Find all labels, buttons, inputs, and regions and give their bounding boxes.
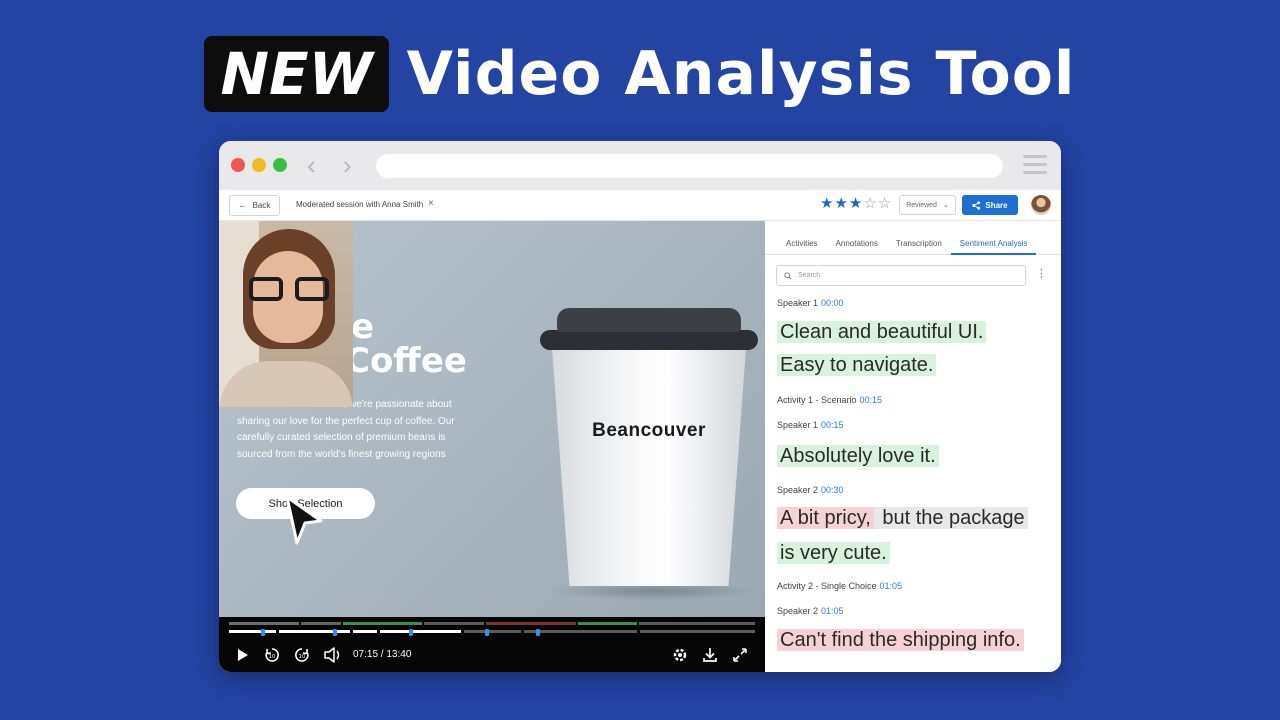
address-bar[interactable] — [376, 154, 1003, 178]
timestamp-link[interactable]: 00:15 — [821, 420, 844, 430]
glasses — [249, 277, 329, 301]
sentiment-quote: Can't find the shipping info. — [777, 628, 1024, 653]
tab-sentiment-analysis[interactable]: Sentiment Analysis — [950, 235, 1037, 255]
sentiment-quote: is very cute. — [777, 541, 890, 566]
back-button[interactable]: ← Back — [229, 195, 280, 216]
sentiment-quote: Absolutely love it. — [777, 444, 939, 469]
svg-text:10: 10 — [269, 654, 276, 660]
rating-stars[interactable]: ★ ★ ★ ☆ ☆ — [820, 196, 891, 212]
chevron-left-icon[interactable]: ‹ — [307, 150, 316, 180]
timeline-marker[interactable] — [409, 629, 413, 636]
time-display: 07:15 / 13:40 — [353, 649, 412, 660]
search-input[interactable]: Search — [776, 265, 1026, 286]
menu-icon[interactable] — [1023, 155, 1047, 179]
browser-chrome: ‹ › — [219, 141, 1061, 190]
timeline[interactable] — [229, 622, 756, 636]
activity-label: Activity 1 - Scenario — [777, 395, 857, 405]
chevron-right-icon[interactable]: › — [343, 150, 352, 180]
close-window-dot[interactable] — [231, 158, 245, 172]
speaker-label: Speaker 2 — [777, 606, 819, 616]
new-badge: NEW — [204, 36, 389, 112]
share-button[interactable]: Share — [962, 195, 1018, 215]
share-icon — [972, 200, 981, 210]
negative-phrase: Can't find the shipping info. — [777, 629, 1024, 651]
status-select[interactable]: Reviewed ⌄ — [899, 195, 956, 215]
star-filled-icon[interactable]: ★ — [834, 196, 847, 212]
sentiment-quote: Clean and beautiful UI. — [777, 320, 987, 345]
tab-activities[interactable]: Activities — [777, 235, 827, 255]
speaker-label: Speaker 1 — [777, 298, 819, 308]
avatar[interactable] — [1031, 195, 1051, 215]
timestamp-link[interactable]: 00:15 — [860, 395, 883, 405]
share-label: Share — [985, 200, 1008, 210]
positive-phrase: is very cute. — [777, 542, 890, 564]
more-options-icon[interactable]: ⋮ — [1036, 267, 1047, 280]
timestamp-link[interactable]: 00:30 — [821, 485, 844, 495]
chevron-down-icon: ⌄ — [942, 202, 949, 209]
cup-brand: Beancouver — [592, 420, 706, 441]
hero-heading-line2: Coffee — [345, 341, 467, 381]
search-icon — [784, 271, 792, 280]
volume-icon[interactable] — [324, 647, 342, 663]
tab-annotations[interactable]: Annotations — [827, 235, 887, 255]
entry-label: Speaker 2 00:30 — [777, 485, 844, 495]
fullscreen-icon[interactable] — [733, 648, 747, 662]
timeline-marker[interactable] — [485, 629, 489, 636]
arrow-left-icon: ← — [238, 201, 247, 210]
entry-label: Activity 2 - Single Choice 01:05 — [777, 581, 902, 591]
speaker-label: Speaker 2 — [777, 485, 819, 495]
video-player[interactable]: e Coffee At our coffee bean store, we're… — [219, 221, 765, 672]
neutral-phrase: but the package — [873, 507, 1028, 529]
entry-label: Speaker 1 00:15 — [777, 420, 844, 430]
status-value: Reviewed — [906, 201, 937, 209]
timestamp-link[interactable]: 00:00 — [821, 298, 844, 308]
positive-phrase: Easy to navigate. — [777, 354, 937, 376]
minimize-window-dot[interactable] — [252, 158, 266, 172]
maximize-window-dot[interactable] — [273, 158, 287, 172]
star-empty-icon[interactable]: ☆ — [878, 196, 891, 212]
panel-tabs: Activities Annotations Transcription Sen… — [765, 235, 1061, 255]
star-empty-icon[interactable]: ☆ — [863, 196, 876, 212]
headline-title: Video Analysis Tool — [406, 39, 1076, 109]
activity-label: Activity 2 - Single Choice — [777, 581, 877, 591]
sentiment-quote: Easy to navigate. — [777, 353, 937, 378]
timestamp-link[interactable]: 01:05 — [880, 581, 903, 591]
headline: NEW Video Analysis Tool — [0, 36, 1280, 112]
positive-phrase: Absolutely love it. — [777, 445, 939, 467]
progress-bar[interactable] — [229, 630, 756, 633]
star-filled-icon[interactable]: ★ — [820, 196, 833, 212]
sentiment-track — [229, 622, 755, 625]
coffee-cup-image: Beancouver — [540, 308, 758, 588]
entry-label: Speaker 1 00:00 — [777, 298, 844, 308]
browser-window: ‹ › ← Back Moderated session with Anna S… — [219, 141, 1061, 672]
session-title: Moderated session with Anna Smith — [296, 200, 424, 209]
timeline-marker[interactable] — [333, 629, 337, 636]
positive-phrase: Clean and beautiful UI. — [777, 321, 987, 343]
player-controls: 10 10 07:15 / 13:40 — [219, 617, 765, 672]
star-filled-icon[interactable]: ★ — [849, 196, 862, 212]
search-placeholder: Search — [798, 272, 821, 279]
download-icon[interactable] — [702, 647, 718, 663]
timeline-marker[interactable] — [536, 629, 540, 636]
back-label: Back — [252, 201, 271, 210]
timestamp-link[interactable]: 01:05 — [821, 606, 844, 616]
forward-10-icon[interactable]: 10 — [294, 647, 310, 663]
cursor-arrow-icon — [285, 495, 323, 545]
analysis-panel: Activities Annotations Transcription Sen… — [765, 221, 1061, 672]
entry-label: Activity 1 - Scenario 00:15 — [777, 395, 882, 405]
close-icon[interactable]: × — [428, 198, 434, 209]
settings-icon[interactable] — [672, 647, 688, 663]
svg-text:10: 10 — [299, 654, 306, 660]
play-icon[interactable] — [237, 649, 248, 661]
speaker-label: Speaker 1 — [777, 420, 819, 430]
webcam-overlay[interactable] — [219, 221, 353, 407]
rewind-10-icon[interactable]: 10 — [264, 647, 280, 663]
negative-phrase: A bit pricy, — [777, 507, 874, 529]
entry-label: Speaker 2 01:05 — [777, 606, 844, 616]
tab-transcription[interactable]: Transcription — [887, 235, 951, 255]
timeline-marker[interactable] — [261, 629, 265, 636]
app-toolbar: ← Back Moderated session with Anna Smith… — [219, 190, 1061, 221]
sentiment-quote: A bit pricy, but the package — [777, 506, 1028, 531]
